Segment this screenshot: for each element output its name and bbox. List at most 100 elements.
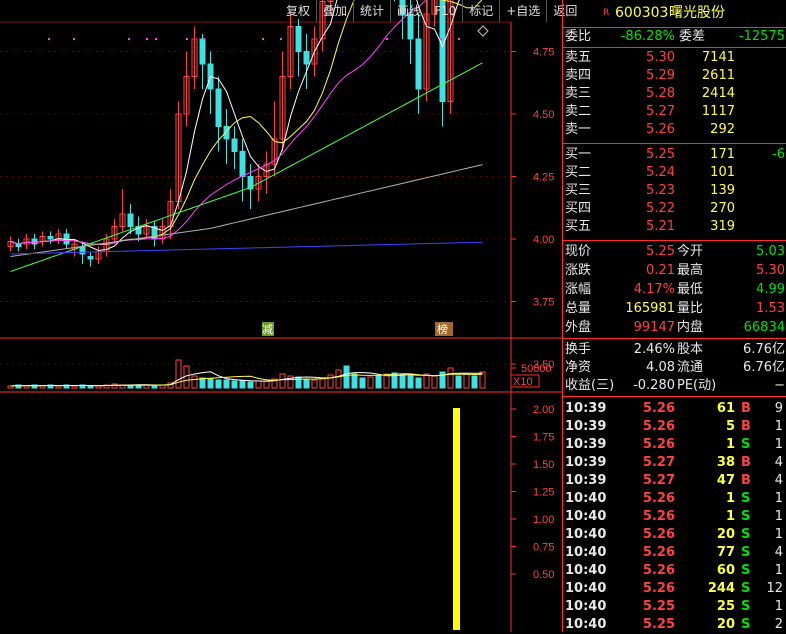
ask-level-row: 卖一 5.26 292 bbox=[563, 121, 786, 139]
price-axis-label: 4.25 bbox=[533, 172, 554, 184]
fundamentals-value: − bbox=[774, 378, 785, 393]
ask-level-row: 卖五 5.30 7141 bbox=[563, 49, 786, 67]
tick-time: 10:40 bbox=[565, 617, 607, 632]
tick-count: 1 bbox=[774, 599, 783, 614]
quote-panel: R 600303 曙光股份 委比 -86.28% 委差 -12575 卖五 5.30 7141 卖四… bbox=[562, 0, 786, 632]
event-dot bbox=[146, 38, 148, 40]
candle-body bbox=[295, 26, 302, 52]
tick-price: 5.27 bbox=[642, 473, 675, 488]
tick-count: 4 bbox=[774, 473, 783, 488]
toolbar-diejia-button[interactable]: 叠加 bbox=[316, 0, 353, 22]
kline-chart-area[interactable]: 5.505.255.004.754.504.254.003.753.505.58… bbox=[0, 0, 562, 632]
toolbar-fuquan-button[interactable]: 复权 bbox=[280, 0, 316, 22]
tick-price: 5.26 bbox=[642, 419, 675, 434]
tick-volume: 61 bbox=[716, 401, 735, 416]
tick-volume: 25 bbox=[716, 599, 735, 614]
toolbar-biaoji-button[interactable]: 标记 bbox=[462, 0, 499, 22]
stats-label: 最低 bbox=[677, 282, 704, 297]
tick-price: 5.26 bbox=[642, 437, 675, 452]
volume-bar bbox=[375, 375, 382, 389]
stock-badge: R bbox=[603, 8, 610, 18]
stock-name: 曙光股份 bbox=[669, 5, 725, 21]
tick-side: S bbox=[741, 545, 751, 560]
volume-unit-label: X10 bbox=[513, 376, 533, 388]
volume-bar bbox=[303, 378, 310, 389]
tick-volume: 60 bbox=[716, 563, 735, 578]
tick-side: S bbox=[741, 491, 751, 506]
stats-label: 量比 bbox=[677, 301, 704, 316]
stats-label: 总量 bbox=[565, 301, 592, 316]
ask-level-row: 卖二 5.27 1117 bbox=[563, 103, 786, 121]
kline-chart[interactable]: 5.505.255.004.754.504.254.003.753.505.58… bbox=[0, 0, 562, 632]
diamond-icon bbox=[477, 25, 489, 37]
ask-price: 5.28 bbox=[646, 86, 675, 101]
price-axis-label: 4.00 bbox=[533, 234, 554, 246]
volume-bar bbox=[431, 375, 438, 389]
event-dot bbox=[73, 38, 75, 40]
bid-level-row: 买五 5.21 319 bbox=[563, 218, 786, 236]
tick-time: 10:39 bbox=[565, 473, 607, 488]
tick-side: S bbox=[741, 437, 751, 452]
bid-price: 5.21 bbox=[646, 219, 675, 234]
volume-bar bbox=[367, 376, 374, 389]
stats-label: 内盘 bbox=[677, 320, 704, 335]
tick-side: B bbox=[741, 419, 751, 434]
volume-axis-label: 50000 bbox=[521, 363, 552, 375]
candle-body bbox=[303, 51, 310, 65]
toolbar-zixuan-button[interactable]: +自选 bbox=[499, 0, 546, 22]
toolbar-tongji-button[interactable]: 统计 bbox=[353, 0, 390, 22]
tick-time: 10:40 bbox=[565, 563, 607, 578]
tick-row: 10:39 5.27 38 B 4 bbox=[563, 454, 786, 472]
stats-label: 涨幅 bbox=[565, 282, 592, 297]
tick-volume: 20 bbox=[716, 527, 735, 542]
tick-count: 1 bbox=[774, 491, 783, 506]
ask-volume: 7141 bbox=[701, 50, 735, 65]
ask-volume: 292 bbox=[710, 122, 735, 137]
stats-label: 现价 bbox=[565, 244, 592, 259]
bid-level-row: 买三 5.23 139 bbox=[563, 182, 786, 200]
candle-body bbox=[87, 256, 94, 260]
volume-bar bbox=[447, 367, 454, 389]
bid-price: 5.22 bbox=[646, 201, 675, 216]
event-dot bbox=[203, 38, 205, 40]
stats-label: 外盘 bbox=[565, 320, 592, 335]
volume-bar bbox=[23, 385, 30, 389]
stats-value: 165981 bbox=[625, 301, 675, 316]
candle-body bbox=[215, 88, 222, 127]
tick-side: S bbox=[741, 563, 751, 578]
tick-row: 10:40 5.26 244 S 12 bbox=[563, 580, 786, 598]
event-dot bbox=[155, 38, 157, 40]
ask-price: 5.29 bbox=[646, 68, 675, 83]
event-dot bbox=[262, 38, 264, 40]
toolbar-huaxian-button[interactable]: 画线 bbox=[390, 0, 427, 22]
tick-price: 5.26 bbox=[642, 581, 675, 596]
fundamentals-value: 2.46% bbox=[633, 342, 675, 357]
indicator-axis-label: 0.75 bbox=[533, 542, 554, 554]
volume-bar bbox=[95, 385, 102, 389]
tick-count: 1 bbox=[774, 419, 783, 434]
tick-price: 5.26 bbox=[642, 509, 675, 524]
tick-row: 10:40 5.25 25 S 1 bbox=[563, 598, 786, 616]
volume-bar bbox=[311, 379, 318, 389]
fundamentals-label: 流通 bbox=[677, 360, 704, 375]
ask-level-label: 卖二 bbox=[565, 104, 592, 119]
bid-change: -6 bbox=[772, 147, 785, 162]
ask-level-label: 卖一 bbox=[565, 122, 592, 137]
tick-volume: 1 bbox=[725, 437, 735, 452]
volume-bar bbox=[199, 377, 206, 389]
event-dot bbox=[48, 38, 50, 40]
tick-price: 5.26 bbox=[642, 563, 675, 578]
volume-bar bbox=[399, 374, 406, 389]
volume-bar bbox=[215, 379, 222, 389]
stats-value: 99147 bbox=[633, 320, 675, 335]
chart-toolbar: 复权 叠加 统计 画线 F10 标记 +自选 返回 bbox=[280, 0, 583, 22]
tick-side: B bbox=[741, 455, 751, 470]
indicator-axis-label: 1.75 bbox=[533, 432, 554, 444]
stats-label: 今开 bbox=[677, 244, 704, 259]
fundamentals-label: 收益(三) bbox=[565, 378, 615, 393]
wei-bi-value: -86.28% bbox=[620, 29, 675, 44]
candle-body bbox=[415, 38, 422, 90]
tick-row: 10:40 5.25 20 S 2 bbox=[563, 616, 786, 634]
toolbar-f10-button[interactable]: F10 bbox=[427, 0, 462, 22]
candle-body bbox=[199, 38, 206, 65]
